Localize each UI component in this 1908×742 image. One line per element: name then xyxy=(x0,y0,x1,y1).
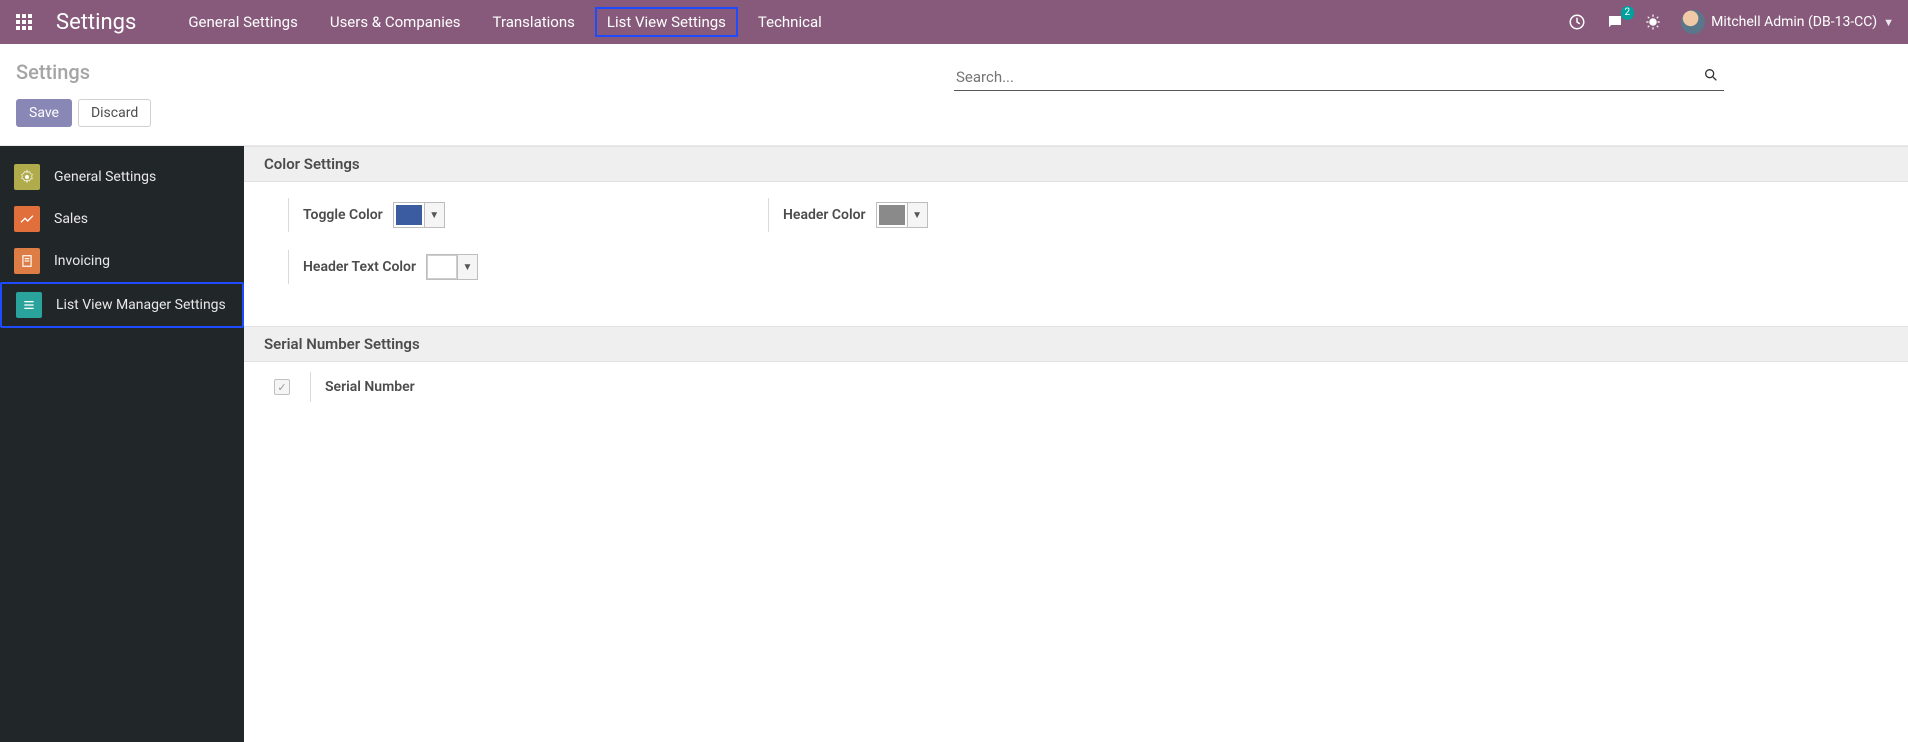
chevron-down-icon[interactable]: ▼ xyxy=(907,203,927,227)
header-text-color-swatch xyxy=(427,255,457,279)
sidebar-item-sales[interactable]: Sales xyxy=(0,198,244,240)
document-icon xyxy=(14,248,40,274)
field-header-text-color: Header Text Color ▼ xyxy=(264,250,744,284)
header-text-color-picker[interactable]: ▼ xyxy=(426,254,478,280)
sidebar-item-label: List View Manager Settings xyxy=(56,297,226,313)
debug-icon[interactable] xyxy=(1643,12,1663,32)
search-view xyxy=(954,64,1724,91)
chevron-down-icon[interactable]: ▼ xyxy=(457,255,477,279)
control-bar: Settings xyxy=(0,44,1908,99)
header-text-color-label: Header Text Color xyxy=(303,259,416,275)
top-menu: General Settings Users & Companies Trans… xyxy=(176,7,833,37)
apps-icon[interactable] xyxy=(10,8,38,36)
serial-number-checkbox[interactable]: ✓ xyxy=(274,379,290,395)
settings-sidebar: General Settings Sales Invoicing List Vi… xyxy=(0,146,244,742)
list-icon xyxy=(16,292,42,318)
messaging-icon[interactable]: 2 xyxy=(1605,12,1625,32)
search-icon[interactable] xyxy=(1698,67,1724,87)
activities-icon[interactable] xyxy=(1567,12,1587,32)
gear-icon xyxy=(14,164,40,190)
messaging-badge: 2 xyxy=(1621,6,1635,20)
sidebar-item-invoicing[interactable]: Invoicing xyxy=(0,240,244,282)
menu-users-companies[interactable]: Users & Companies xyxy=(318,7,473,37)
breadcrumb: Settings xyxy=(16,60,954,84)
caret-down-icon: ▼ xyxy=(1883,16,1894,29)
sidebar-item-general-settings[interactable]: General Settings xyxy=(0,156,244,198)
field-serial-number: ✓ Serial Number xyxy=(244,362,1908,412)
field-header-color: Header Color ▼ xyxy=(744,198,1224,232)
header-color-picker[interactable]: ▼ xyxy=(876,202,928,228)
discard-button[interactable]: Discard xyxy=(78,99,151,127)
header-color-swatch xyxy=(877,203,907,227)
user-menu[interactable]: Mitchell Admin (DB-13-CC) ▼ xyxy=(1681,10,1894,34)
serial-number-label: Serial Number xyxy=(325,379,415,395)
save-button[interactable]: Save xyxy=(16,99,72,127)
chevron-down-icon[interactable]: ▼ xyxy=(424,203,444,227)
buttons-row: Save Discard xyxy=(0,99,1908,145)
section-body-color: Toggle Color ▼ Header Color ▼ Header Tex… xyxy=(244,182,1908,326)
toggle-color-swatch xyxy=(394,203,424,227)
toggle-color-picker[interactable]: ▼ xyxy=(393,202,445,228)
sidebar-item-label: Sales xyxy=(54,211,88,227)
toggle-color-label: Toggle Color xyxy=(303,207,383,223)
top-navbar: Settings General Settings Users & Compan… xyxy=(0,0,1908,44)
sidebar-item-label: General Settings xyxy=(54,169,156,185)
user-label: Mitchell Admin (DB-13-CC) xyxy=(1711,14,1877,30)
menu-technical[interactable]: Technical xyxy=(746,7,834,37)
avatar xyxy=(1681,10,1705,34)
menu-general-settings[interactable]: General Settings xyxy=(176,7,310,37)
app-brand[interactable]: Settings xyxy=(56,10,136,35)
lower-region: General Settings Sales Invoicing List Vi… xyxy=(0,145,1908,742)
sidebar-item-label: Invoicing xyxy=(54,253,110,269)
header-color-label: Header Color xyxy=(783,207,866,223)
chart-icon xyxy=(14,206,40,232)
field-toggle-color: Toggle Color ▼ xyxy=(264,198,744,232)
sidebar-item-list-view-manager[interactable]: List View Manager Settings xyxy=(0,282,244,328)
search-input[interactable] xyxy=(954,64,1698,90)
settings-main: Color Settings Toggle Color ▼ Header Col… xyxy=(244,146,1908,742)
menu-translations[interactable]: Translations xyxy=(481,7,587,37)
menu-list-view-settings[interactable]: List View Settings xyxy=(595,7,738,37)
section-header-serial: Serial Number Settings xyxy=(244,326,1908,362)
systray: 2 Mitchell Admin (DB-13-CC) ▼ xyxy=(1567,10,1900,34)
section-header-color: Color Settings xyxy=(244,146,1908,182)
